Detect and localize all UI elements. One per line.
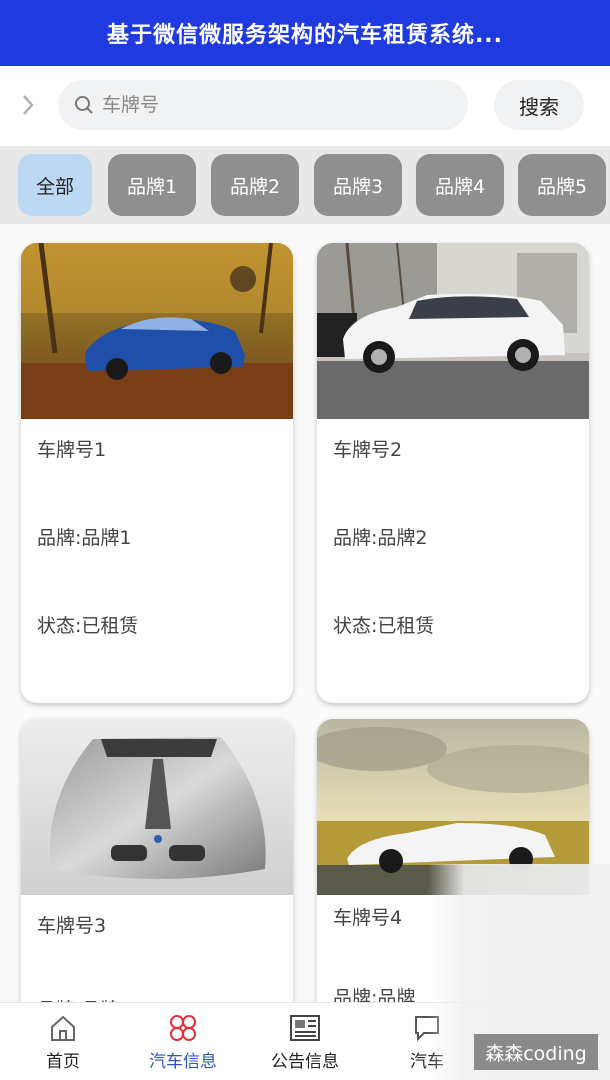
car-brand: 品牌:品牌2: [333, 527, 428, 549]
tab-label: 首页: [46, 1051, 80, 1072]
brand-tab-2[interactable]: 品牌2: [211, 154, 299, 216]
car-plate: 车牌号2: [333, 439, 403, 461]
search-bar: 搜索: [0, 66, 610, 146]
car-image: [21, 243, 293, 419]
car-info-icon: [170, 1014, 196, 1041]
tab-car-info[interactable]: 汽车信息: [122, 1003, 244, 1080]
car-card[interactable]: 车牌号2 品牌:品牌2 状态:已租赁: [317, 243, 589, 703]
tab-label: 汽车信息: [149, 1051, 217, 1072]
car-card[interactable]: 车牌号3 品牌:品牌3: [21, 719, 293, 1039]
car-status: 状态:已租赁: [333, 615, 435, 637]
search-icon: [75, 96, 93, 114]
app-header: 基于微信微服务架构的汽车租赁系统...: [0, 0, 610, 66]
home-icon: [51, 1015, 75, 1041]
search-input[interactable]: [102, 94, 422, 116]
car-brand: 品牌:品牌1: [37, 527, 132, 549]
watermark: 森森coding: [474, 1034, 598, 1070]
car-image: [317, 243, 589, 419]
brand-tab-all[interactable]: 全部: [18, 154, 92, 216]
brand-tab-1[interactable]: 品牌1: [108, 154, 196, 216]
tab-label: 公告信息: [271, 1051, 339, 1072]
brand-tab-3[interactable]: 品牌3: [314, 154, 402, 216]
tab-home[interactable]: 首页: [2, 1003, 124, 1080]
car-image: [21, 719, 293, 895]
news-icon: [290, 1014, 320, 1041]
car-plate: 车牌号3: [37, 915, 107, 937]
car-plate: 车牌号4: [333, 907, 403, 929]
car-status: 状态:已租赁: [37, 615, 139, 637]
car-card[interactable]: 车牌号1 品牌:品牌1 状态:已租赁: [21, 243, 293, 703]
chevron-right-icon[interactable]: [18, 92, 38, 118]
page-title: 基于微信微服务架构的汽车租赁系统...: [106, 23, 504, 48]
brand-tab-5[interactable]: 品牌5: [518, 154, 606, 216]
brand-filter-bar: 全部 品牌1 品牌2 品牌3 品牌4 品牌5: [0, 146, 610, 224]
search-box[interactable]: [58, 80, 468, 130]
page: 基于微信微服务架构的汽车租赁系统... 搜索 全部 品牌1 品牌2 品牌3 品牌…: [0, 0, 610, 1080]
car-plate: 车牌号1: [37, 439, 107, 461]
search-button[interactable]: 搜索: [494, 80, 584, 130]
brand-tab-4[interactable]: 品牌4: [416, 154, 504, 216]
tab-announcements[interactable]: 公告信息: [244, 1003, 366, 1080]
